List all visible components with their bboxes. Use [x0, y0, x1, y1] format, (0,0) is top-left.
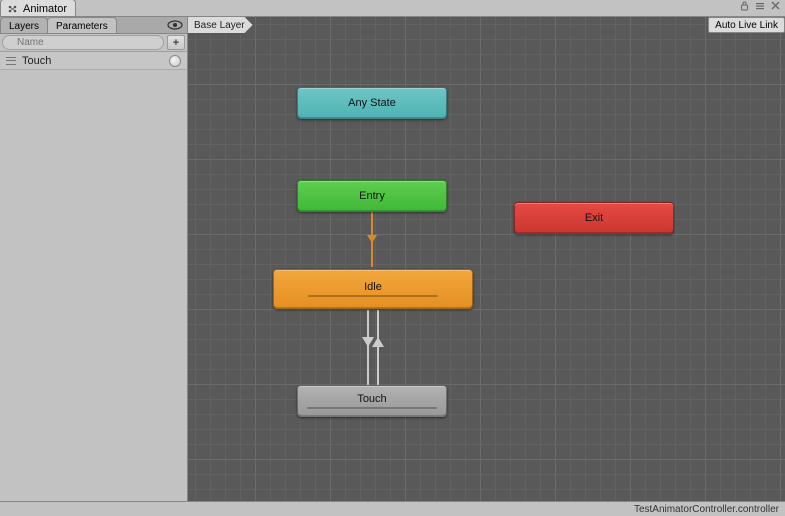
parameter-row[interactable]: Touch: [0, 52, 187, 70]
window-controls: [737, 1, 783, 14]
progress-bar: [307, 407, 437, 409]
node-label: Entry: [359, 190, 385, 202]
sidebar: Layers Parameters + Touch: [0, 17, 188, 501]
node-touch[interactable]: Touch: [297, 385, 447, 417]
tab-parameters[interactable]: Parameters: [47, 17, 117, 33]
asset-path: TestAnimatorController.controller: [634, 504, 779, 515]
footer: TestAnimatorController.controller: [0, 501, 785, 516]
search-input[interactable]: [2, 35, 164, 50]
node-label: Touch: [357, 393, 386, 405]
node-label: Exit: [585, 212, 603, 224]
window-title: Animator: [23, 3, 67, 15]
window-tab-bar: Animator: [0, 0, 785, 17]
lock-icon[interactable]: [737, 1, 752, 14]
node-label: Idle: [364, 281, 382, 293]
node-any-state[interactable]: Any State: [297, 87, 447, 119]
node-idle[interactable]: Idle: [273, 269, 473, 309]
node-label: Any State: [348, 97, 396, 109]
breadcrumb[interactable]: Base Layer: [188, 17, 253, 33]
menu-icon[interactable]: [752, 1, 768, 14]
trigger-toggle[interactable]: [169, 55, 181, 67]
grid: [188, 17, 785, 501]
sidebar-tabs: Layers Parameters: [0, 17, 187, 34]
transition-idle-touch[interactable]: [367, 310, 369, 385]
eye-icon[interactable]: [167, 17, 183, 33]
search-row: +: [0, 34, 187, 52]
progress-bar: [308, 295, 438, 297]
transition-arrowhead-icon: [367, 235, 377, 243]
node-exit[interactable]: Exit: [514, 202, 674, 234]
tab-layers[interactable]: Layers: [0, 17, 48, 33]
drag-handle-icon[interactable]: [6, 57, 16, 65]
transition-arrowhead-icon: [372, 337, 384, 347]
animator-tab-icon: [7, 4, 19, 14]
graph-canvas[interactable]: Base Layer Auto Live Link Any State Entr…: [188, 17, 785, 501]
auto-live-link-button[interactable]: Auto Live Link: [708, 17, 785, 33]
animator-window-tab[interactable]: Animator: [0, 0, 76, 16]
parameter-name: Touch: [22, 55, 51, 67]
node-entry[interactable]: Entry: [297, 180, 447, 212]
transition-touch-idle[interactable]: [377, 310, 379, 385]
close-icon[interactable]: [768, 1, 783, 14]
add-parameter-button[interactable]: +: [167, 35, 185, 50]
